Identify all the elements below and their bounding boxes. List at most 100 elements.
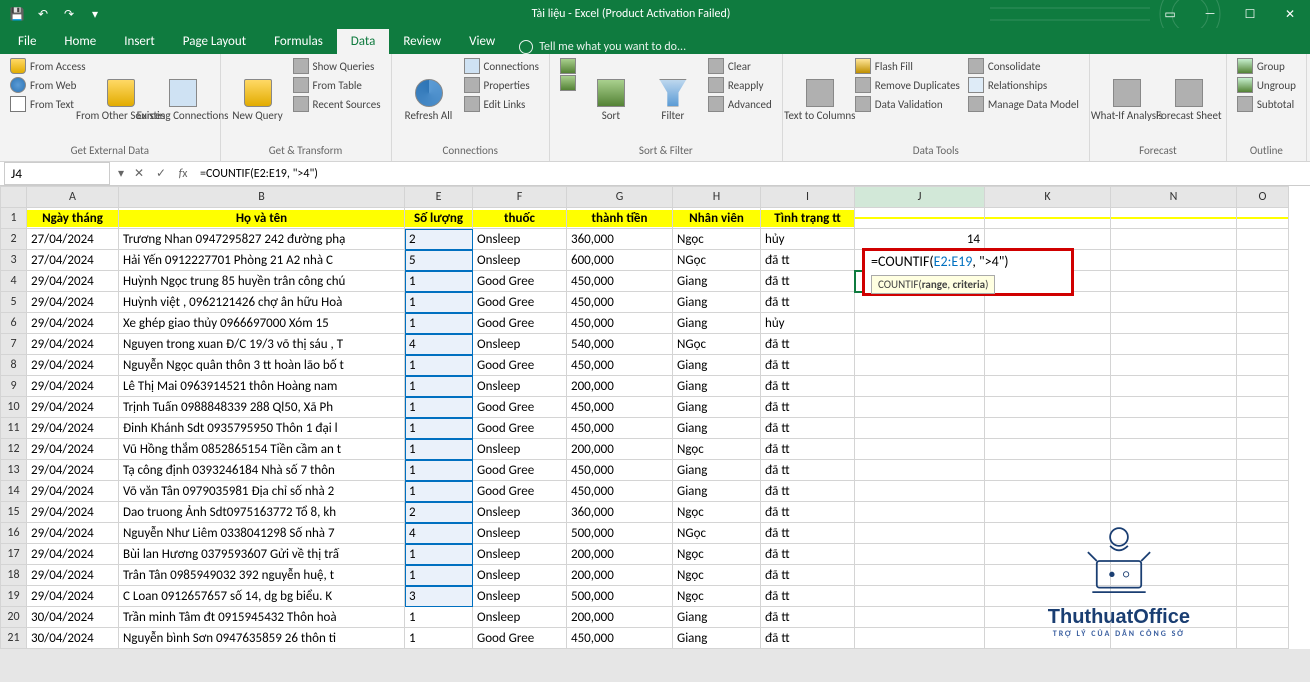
minimize-icon[interactable]: — [1190,3,1230,25]
connections-button[interactable]: Connections [464,58,539,74]
namebox-dropdown-icon[interactable]: ▾ [114,166,128,181]
properties-button[interactable]: Properties [464,77,539,93]
cell[interactable] [1111,397,1237,418]
cell[interactable]: Bùi lan Hương 0379593607 Gửi về thị trấ [119,544,405,565]
cell[interactable] [1111,565,1237,586]
header-cell[interactable]: Nhân viên [673,208,761,229]
cell[interactable] [855,502,985,523]
cell[interactable] [1237,229,1289,250]
cell[interactable]: đã tt [761,523,855,544]
cell[interactable]: Giang [673,628,761,649]
cell[interactable]: 1 [405,355,473,376]
cell[interactable]: 1 [405,565,473,586]
undo-icon[interactable]: ↶ [32,3,54,25]
col-header-A[interactable]: A [27,187,119,208]
cell[interactable] [985,376,1111,397]
cell[interactable]: Nguyễn bình Sơn 0947635859 26 thôn ti [119,628,405,649]
data-validation-button[interactable]: Data Validation [855,96,960,112]
header-cell[interactable]: Ngày tháng [27,208,119,229]
cell[interactable]: Onsleep [473,250,567,271]
cell[interactable]: 360,000 [567,502,673,523]
header-cell[interactable]: thành tiền [567,208,673,229]
row-header[interactable]: 8 [1,355,27,376]
cell[interactable] [855,586,985,607]
existing-connections-button[interactable]: Existing Connections [156,58,210,142]
cell[interactable]: 29/04/2024 [27,418,119,439]
cell[interactable]: 29/04/2024 [27,313,119,334]
header-cell[interactable] [985,208,1111,229]
row-header[interactable]: 12 [1,439,27,460]
cell[interactable]: Onsleep [473,607,567,628]
header-cell[interactable]: Họ và tên [119,208,405,229]
cell[interactable]: 1 [405,544,473,565]
tab-data[interactable]: Data [337,29,390,54]
cell[interactable] [1111,544,1237,565]
row-header[interactable]: 5 [1,292,27,313]
cell[interactable]: Giang [673,313,761,334]
cell[interactable] [1237,544,1289,565]
cell[interactable]: 500,000 [567,523,673,544]
cell[interactable] [985,544,1111,565]
cell[interactable]: Trân Tân 0985949032 392 nguyễn huệ, t [119,565,405,586]
cell[interactable]: 4 [405,523,473,544]
cell[interactable] [985,523,1111,544]
cell[interactable]: Giang [673,460,761,481]
cell[interactable] [1237,313,1289,334]
row-header[interactable]: 6 [1,313,27,334]
tab-review[interactable]: Review [389,29,455,54]
cell[interactable]: Giang [673,607,761,628]
cell[interactable] [1111,607,1237,628]
row-header[interactable]: 2 [1,229,27,250]
row-header[interactable]: 3 [1,250,27,271]
cell[interactable]: Onsleep [473,502,567,523]
cell[interactable]: 1 [405,271,473,292]
cell[interactable]: NGọc [673,334,761,355]
cell[interactable]: Trịnh Tuấn 0988848339 288 Ql50, Xã Ph [119,397,405,418]
cell[interactable]: 450,000 [567,460,673,481]
cell[interactable] [855,523,985,544]
cell[interactable]: 29/04/2024 [27,460,119,481]
cell[interactable] [985,565,1111,586]
cell[interactable]: NGọc [673,523,761,544]
cell[interactable] [985,397,1111,418]
cell[interactable]: Huỳnh việt , 0962121426 chợ ân hữu Hoà [119,292,405,313]
cell[interactable]: 1 [405,460,473,481]
cell[interactable]: 29/04/2024 [27,271,119,292]
cell[interactable] [1237,397,1289,418]
cell[interactable]: 30/04/2024 [27,628,119,649]
cell[interactable]: Good Gree [473,481,567,502]
cell[interactable]: Nguyen trong xuan Đ/C 19/3 võ thị sáu , … [119,334,405,355]
cell[interactable]: 4 [405,334,473,355]
cell[interactable] [1111,250,1237,271]
tell-me-search[interactable]: Tell me what you want to do... [519,40,686,54]
from-text-button[interactable]: From Text [10,96,86,112]
cell[interactable]: Onsleep [473,334,567,355]
cell[interactable]: Ngọc [673,544,761,565]
header-cell[interactable] [1237,208,1289,229]
row-header[interactable]: 16 [1,523,27,544]
cell[interactable] [855,544,985,565]
cell[interactable]: 29/04/2024 [27,397,119,418]
cell[interactable]: Good Gree [473,271,567,292]
spreadsheet-grid[interactable]: ABEFGHIJKNO1Ngày thángHọ và tênSố lượngt… [0,186,1310,649]
cell[interactable] [855,418,985,439]
manage-data-model-button[interactable]: Manage Data Model [968,96,1079,112]
cell[interactable] [1111,586,1237,607]
col-header-O[interactable]: O [1237,187,1289,208]
cell[interactable]: Nguyễn Như Liêm 0338041298 Số nhà 7 [119,523,405,544]
cell[interactable]: 360,000 [567,229,673,250]
cell[interactable]: 27/04/2024 [27,229,119,250]
cell[interactable]: 200,000 [567,376,673,397]
row-header[interactable]: 1 [1,208,27,229]
cell[interactable]: Ngọc [673,565,761,586]
cell[interactable]: 600,000 [567,250,673,271]
cell[interactable]: C Loan 0912657657 số 14, dg bg biểu. K [119,586,405,607]
cell[interactable] [855,313,985,334]
cell[interactable] [985,502,1111,523]
cell[interactable] [1237,250,1289,271]
cell[interactable] [1111,628,1237,649]
cell[interactable]: đã tt [761,502,855,523]
cell[interactable]: 3 [405,586,473,607]
cell[interactable] [1237,502,1289,523]
cell[interactable]: 29/04/2024 [27,544,119,565]
